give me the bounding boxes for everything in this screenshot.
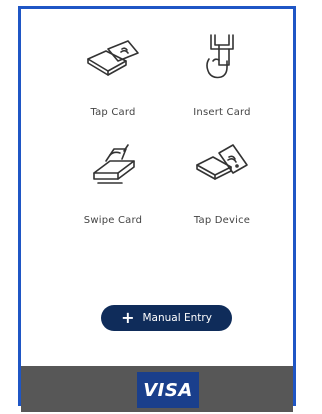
swipe-card-label: Swipe Card <box>83 215 143 226</box>
visa-logo-text: VISA <box>143 379 193 401</box>
plus-icon: + <box>121 308 135 327</box>
insert-card-label: Insert Card <box>193 107 251 118</box>
visa-logo: VISA <box>137 372 199 408</box>
card-brand-footer: VISA <box>21 366 293 412</box>
payment-panel: Tap Card Insert Card Swipe Card Tap Devi… <box>18 6 296 412</box>
tap-card-label: Tap Card <box>90 107 136 118</box>
tap-device-label: Tap Device <box>193 215 251 226</box>
tap-card-option[interactable]: Tap Card <box>65 31 161 118</box>
swipe-card-option[interactable]: Swipe Card <box>65 139 161 226</box>
manual-entry-label: Manual Entry <box>142 312 212 324</box>
swipe-card-icon <box>93 144 135 184</box>
tap-device-option[interactable]: Tap Device <box>174 139 270 226</box>
insert-card-icon <box>206 34 234 79</box>
tap-device-icon <box>196 144 248 180</box>
insert-card-option[interactable]: Insert Card <box>174 31 270 118</box>
manual-entry-button[interactable]: + Manual Entry <box>101 305 232 331</box>
tap-card-icon <box>87 40 139 76</box>
